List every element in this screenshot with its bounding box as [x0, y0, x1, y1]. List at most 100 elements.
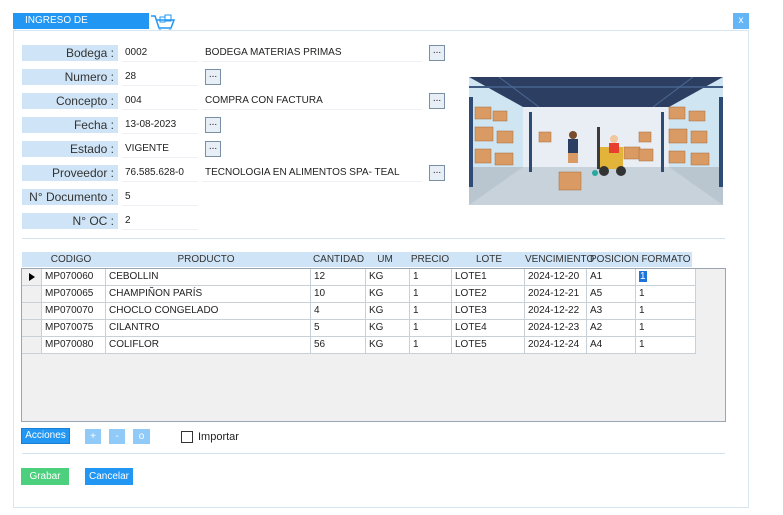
grabar-button[interactable]: Grabar: [21, 468, 69, 485]
cell-codigo[interactable]: MP070065: [42, 286, 106, 303]
documento-field[interactable]: 5: [122, 188, 198, 206]
cell-formato[interactable]: 1: [636, 286, 696, 303]
concepto-desc-field: COMPRA CON FACTURA: [202, 92, 422, 110]
cancelar-button[interactable]: Cancelar: [85, 468, 133, 485]
numero-field[interactable]: 28: [122, 68, 198, 86]
materials-grid[interactable]: MP070060 CEBOLLIN 12 KG 1 LOTE1 2024-12-…: [21, 268, 726, 422]
numero-lookup-button[interactable]: ...: [205, 69, 221, 85]
oc-field[interactable]: 2: [122, 212, 198, 230]
table-row[interactable]: MP070060 CEBOLLIN 12 KG 1 LOTE1 2024-12-…: [22, 269, 696, 286]
section-divider: [22, 238, 725, 239]
cell-posicion[interactable]: A4: [587, 337, 636, 354]
col-header-codigo[interactable]: CODIGO: [44, 252, 98, 267]
proveedor-code-field[interactable]: 76.585.628-0: [122, 164, 198, 182]
numero-label: Numero :: [22, 69, 118, 85]
table-row[interactable]: MP070080 COLIFLOR 56 KG 1 LOTE5 2024-12-…: [22, 337, 696, 354]
cell-cantidad[interactable]: 4: [311, 303, 366, 320]
cell-vencimiento[interactable]: 2024-12-22: [525, 303, 587, 320]
cell-precio[interactable]: 1: [410, 320, 452, 337]
fecha-field[interactable]: 13-08-2023: [122, 116, 198, 134]
table-row[interactable]: MP070075 CILANTRO 5 KG 1 LOTE4 2024-12-2…: [22, 320, 696, 337]
cell-um[interactable]: KG: [366, 320, 410, 337]
documento-label: N° Documento :: [22, 189, 118, 205]
cell-vencimiento[interactable]: 2024-12-24: [525, 337, 587, 354]
col-header-cantidad[interactable]: CANTIDAD: [311, 252, 366, 267]
close-button[interactable]: x: [733, 13, 749, 29]
row-selector[interactable]: [22, 269, 42, 286]
cell-precio[interactable]: 1: [410, 303, 452, 320]
cell-producto[interactable]: CEBOLLIN: [106, 269, 311, 286]
cell-vencimiento[interactable]: 2024-12-23: [525, 320, 587, 337]
fecha-picker-button[interactable]: ...: [205, 117, 221, 133]
cell-cantidad[interactable]: 5: [311, 320, 366, 337]
cell-precio[interactable]: 1: [410, 269, 452, 286]
cell-posicion[interactable]: A2: [587, 320, 636, 337]
table-row[interactable]: MP070065 CHAMPIÑON PARÍS 10 KG 1 LOTE2 2…: [22, 286, 696, 303]
cell-cantidad[interactable]: 12: [311, 269, 366, 286]
col-header-lote[interactable]: LOTE: [452, 252, 526, 267]
cell-producto[interactable]: COLIFLOR: [106, 337, 311, 354]
cell-formato[interactable]: 1: [636, 303, 696, 320]
cell-producto[interactable]: CILANTRO: [106, 320, 311, 337]
cell-producto[interactable]: CHAMPIÑON PARÍS: [106, 286, 311, 303]
table-row[interactable]: MP070070 CHOCLO CONGELADO 4 KG 1 LOTE3 2…: [22, 303, 696, 320]
concepto-label: Concepto :: [22, 93, 118, 109]
window-title-tab: INGRESO DE MATERIALES: [13, 13, 149, 42]
col-header-formato[interactable]: FORMATO: [640, 252, 692, 267]
importar-label[interactable]: Importar: [198, 430, 239, 444]
cell-lote[interactable]: LOTE1: [452, 269, 525, 286]
cell-producto[interactable]: CHOCLO CONGELADO: [106, 303, 311, 320]
cell-lote[interactable]: LOTE2: [452, 286, 525, 303]
cell-cantidad[interactable]: 56: [311, 337, 366, 354]
other-action-button[interactable]: o: [133, 429, 150, 444]
cell-codigo[interactable]: MP070070: [42, 303, 106, 320]
cell-codigo[interactable]: MP070060: [42, 269, 106, 286]
col-header-vencimiento[interactable]: VENCIMIENTO: [525, 252, 594, 267]
cell-cantidad[interactable]: 10: [311, 286, 366, 303]
oc-label: N° OC :: [22, 213, 118, 229]
cell-posicion[interactable]: A3: [587, 303, 636, 320]
cell-codigo[interactable]: MP070080: [42, 337, 106, 354]
cell-precio[interactable]: 1: [410, 337, 452, 354]
cell-lote[interactable]: LOTE4: [452, 320, 525, 337]
col-header-producto[interactable]: PRODUCTO: [106, 252, 306, 267]
cell-um[interactable]: KG: [366, 269, 410, 286]
col-header-posicion[interactable]: POSICION: [590, 252, 639, 267]
row-selector[interactable]: [22, 320, 42, 337]
cell-um[interactable]: KG: [366, 286, 410, 303]
col-header-precio[interactable]: PRECIO: [410, 252, 450, 267]
row-selector[interactable]: [22, 286, 42, 303]
cell-vencimiento[interactable]: 2024-12-21: [525, 286, 587, 303]
bodega-desc-field: BODEGA MATERIAS PRIMAS: [202, 44, 422, 62]
row-selector[interactable]: [22, 337, 42, 354]
bodega-lookup-button[interactable]: ...: [429, 45, 445, 61]
proveedor-lookup-button[interactable]: ...: [429, 165, 445, 181]
bodega-code-field[interactable]: 0002: [122, 44, 198, 62]
cell-formato[interactable]: 1: [636, 320, 696, 337]
cell-posicion[interactable]: A5: [587, 286, 636, 303]
cell-formato[interactable]: 1: [636, 269, 696, 286]
grid-header: CODIGO PRODUCTO CANTIDAD UM PRECIO LOTE …: [22, 252, 692, 267]
acciones-button[interactable]: Acciones: [21, 428, 70, 444]
cell-posicion[interactable]: A1: [587, 269, 636, 286]
cell-precio[interactable]: 1: [410, 286, 452, 303]
row-selector[interactable]: [22, 303, 42, 320]
cell-codigo[interactable]: MP070075: [42, 320, 106, 337]
proveedor-label: Proveedor :: [22, 165, 118, 181]
add-row-button[interactable]: +: [85, 429, 101, 444]
importar-checkbox[interactable]: [181, 431, 193, 443]
concepto-lookup-button[interactable]: ...: [429, 93, 445, 109]
cell-um[interactable]: KG: [366, 337, 410, 354]
estado-lookup-button[interactable]: ...: [205, 141, 221, 157]
cell-um[interactable]: KG: [366, 303, 410, 320]
selected-cell-value[interactable]: 1: [639, 271, 647, 282]
remove-row-button[interactable]: -: [109, 429, 125, 444]
col-header-um[interactable]: UM: [372, 252, 398, 267]
estado-field[interactable]: VIGENTE: [122, 140, 198, 158]
cell-formato[interactable]: 1: [636, 337, 696, 354]
cell-vencimiento[interactable]: 2024-12-20: [525, 269, 587, 286]
cell-lote[interactable]: LOTE5: [452, 337, 525, 354]
warehouse-illustration: [469, 77, 723, 205]
concepto-code-field[interactable]: 004: [122, 92, 198, 110]
cell-lote[interactable]: LOTE3: [452, 303, 525, 320]
